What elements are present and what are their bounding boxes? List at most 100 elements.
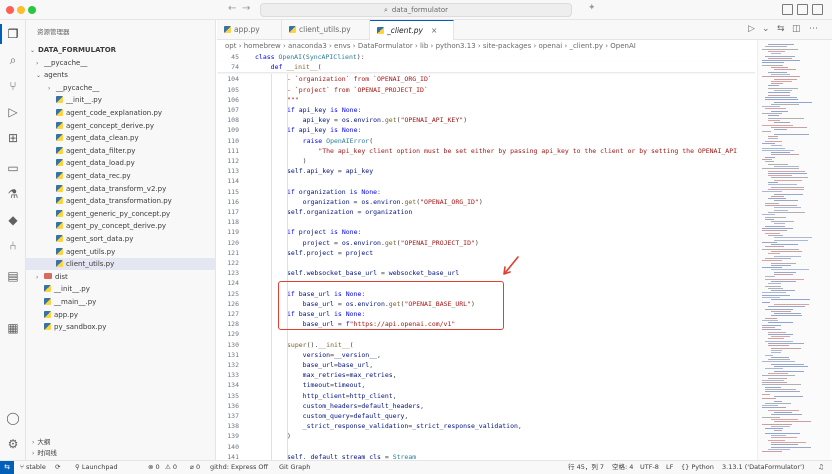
testing-icon[interactable]: ⚗ [5, 186, 21, 202]
folder-item[interactable]: ⌄ DATA_FORMULATOR [26, 44, 216, 56]
file-item[interactable]: client_utils.py [26, 258, 216, 271]
code-line[interactable]: 109 if api_key is None: [217, 125, 755, 135]
file-item[interactable]: agent_data_transformation.py [26, 195, 216, 207]
code-line[interactable]: 122 [217, 258, 755, 268]
minimize-window-button[interactable] [17, 6, 25, 14]
maximize-window-button[interactable] [28, 6, 36, 14]
code-line[interactable]: 115 if organization is None: [217, 187, 755, 197]
source-control-icon[interactable]: ⑂ [5, 78, 21, 94]
folder-item[interactable]: › __pycache__ [26, 57, 216, 69]
git-graph-icon[interactable]: ⑃ [5, 238, 21, 254]
python-icon[interactable]: ◆ [5, 212, 21, 228]
compare-icon[interactable]: ⇆ [777, 24, 785, 34]
file-item[interactable]: __main__.py [26, 296, 216, 308]
code-line[interactable]: 107 if api_key is None: [217, 105, 755, 115]
sticky-scroll-line[interactable]: 74 def __init__( [217, 62, 755, 73]
file-item[interactable]: agent_data_transform_v2.py [26, 183, 216, 195]
ports-count[interactable]: ⌀ 0 [190, 461, 200, 474]
run-debug-icon[interactable]: ▷ [5, 104, 21, 120]
forward-arrow-icon[interactable]: → [242, 3, 250, 14]
sync-icon[interactable]: ⟳ [55, 461, 60, 474]
code-line[interactable]: 129 [217, 329, 755, 339]
toggle-secondary-sidebar-icon[interactable] [812, 4, 823, 15]
sticky-scroll-line[interactable]: 45 class OpenAI(SyncAPIClient): [217, 52, 755, 63]
folder-icon[interactable]: ▤ [5, 268, 21, 284]
code-line[interactable]: 123 self.websocket_base_url = websocket_b… [217, 268, 755, 278]
file-item[interactable]: agent_concept_derive.py [26, 120, 216, 132]
command-center-search[interactable]: ⌕ data_formulator [260, 3, 572, 17]
file-item[interactable]: agent_sort_data.py [26, 233, 216, 245]
githd-status[interactable]: githd: Express Off [210, 461, 268, 474]
code-line[interactable]: 106 """ [217, 95, 755, 105]
file-item[interactable]: agent_data_filter.py [26, 145, 216, 157]
remote-indicator-icon[interactable]: ⇆ [0, 461, 14, 474]
file-item[interactable]: agent_data_load.py [26, 157, 216, 169]
code-line[interactable]: 131 version=__version__, [217, 350, 755, 360]
code-line[interactable]: 139) [217, 431, 755, 441]
folder-item[interactable]: › __pycache__ [26, 82, 216, 94]
copilot-icon[interactable]: ✦ [588, 3, 596, 13]
file-item[interactable]: agent_utils.py [26, 246, 216, 258]
code-line[interactable]: 112 ) [217, 156, 755, 166]
file-item[interactable]: __init__.py [26, 94, 216, 106]
file-item[interactable]: agent_generic_py_concept.py [26, 208, 216, 220]
tab-app-py[interactable]: app.py [217, 20, 282, 40]
settings-icon[interactable]: ⚙ [5, 436, 21, 452]
folder-item[interactable]: ⌄ agents [26, 69, 216, 81]
launchpad-button[interactable]: ⚲ Launchpad [75, 461, 118, 474]
extensions-icon[interactable]: ⊞ [5, 130, 21, 146]
code-line[interactable]: 114 [217, 176, 755, 186]
branch-indicator[interactable]: ⑂ stable [20, 461, 46, 474]
code-line[interactable]: 133 max_retries=max_retries, [217, 370, 755, 380]
tab-client-utils-py[interactable]: client_utils.py [282, 20, 370, 40]
more-actions-icon[interactable]: ⋯ [809, 24, 818, 34]
errors-count[interactable]: ⊗ 0 [148, 461, 160, 474]
toggle-panel-icon[interactable] [797, 4, 808, 15]
code-line[interactable]: 140 [217, 442, 755, 452]
search-icon[interactable]: ⌕ [5, 52, 21, 68]
code-line[interactable]: 120 project = os.environ.get("OPENAI_PRO… [217, 238, 755, 248]
file-item[interactable]: agent_py_concept_derive.py [26, 220, 216, 232]
file-item[interactable]: __init__.py [26, 283, 216, 295]
code-line[interactable]: 108 api_key = os.environ.get("OPENAI_API… [217, 115, 755, 125]
chevron-down-icon[interactable]: ⌄ [762, 24, 770, 34]
remote-explorer-icon[interactable]: ▭ [5, 160, 21, 176]
account-icon[interactable]: ◯ [5, 410, 21, 426]
run-file-icon[interactable]: ▷ [748, 24, 755, 34]
code-line[interactable]: 132 base_url=base_url, [217, 360, 755, 370]
git-graph-button[interactable]: Git Graph [279, 461, 310, 474]
outline-section[interactable]: › 大纲 [26, 437, 216, 448]
encoding[interactable]: UTF-8 [640, 461, 659, 474]
code-editor[interactable]: 45 class OpenAI(SyncAPIClient): 74 def __i… [217, 52, 755, 460]
toggle-sidebar-icon[interactable] [782, 4, 793, 15]
code-line[interactable]: 138 _strict_response_validation=_strict_… [217, 421, 755, 431]
file-item[interactable]: agent_data_rec.py [26, 170, 216, 182]
folder-item[interactable]: › dist [26, 271, 216, 283]
code-line[interactable]: 104 - `organization` from `OPENAI_ORG_ID` [217, 74, 755, 84]
minimap[interactable] [757, 40, 830, 460]
files-icon[interactable]: ❐ [5, 26, 21, 42]
code-line[interactable]: 118 [217, 217, 755, 227]
code-line[interactable]: 135 http_client=http_client, [217, 391, 755, 401]
indentation[interactable]: 空格: 4 [612, 461, 633, 474]
code-line[interactable]: 113 self.api_key = api_key [217, 166, 755, 176]
code-line[interactable]: 116 organization = os.environ.get("OPENA… [217, 197, 755, 207]
code-line[interactable]: 137 custom_query=default_query, [217, 411, 755, 421]
file-item[interactable]: agent_code_explanation.py [26, 107, 216, 119]
code-line[interactable]: 119 if project is None: [217, 227, 755, 237]
line-ending[interactable]: LF [666, 461, 673, 474]
close-window-button[interactable] [6, 6, 14, 14]
tab-client-py[interactable]: _client.py × [370, 20, 454, 40]
code-line[interactable]: 130 super().__init__( [217, 340, 755, 350]
back-arrow-icon[interactable]: ← [228, 3, 236, 14]
code-line[interactable]: 111 "The api_key client option must be s… [217, 146, 755, 156]
file-item[interactable]: agent_data_clean.py [26, 132, 216, 144]
language-mode[interactable]: {} Python [681, 461, 714, 474]
code-line[interactable]: 141 self._default_stream_cls = Stream [217, 452, 755, 460]
breadcrumb[interactable]: opt › homebrew › anaconda3 › envs › Data… [217, 40, 757, 52]
split-editor-icon[interactable]: ◫ [792, 24, 801, 34]
code-line[interactable]: 105 - `project` from `OPENAI_PROJECT_ID` [217, 85, 755, 95]
python-interpreter[interactable]: 3.13.1 ('DataFormulator') [722, 461, 804, 474]
timeline-section[interactable]: › 时间线 [26, 448, 216, 459]
code-line[interactable]: 136 custom_headers=default_headers, [217, 401, 755, 411]
